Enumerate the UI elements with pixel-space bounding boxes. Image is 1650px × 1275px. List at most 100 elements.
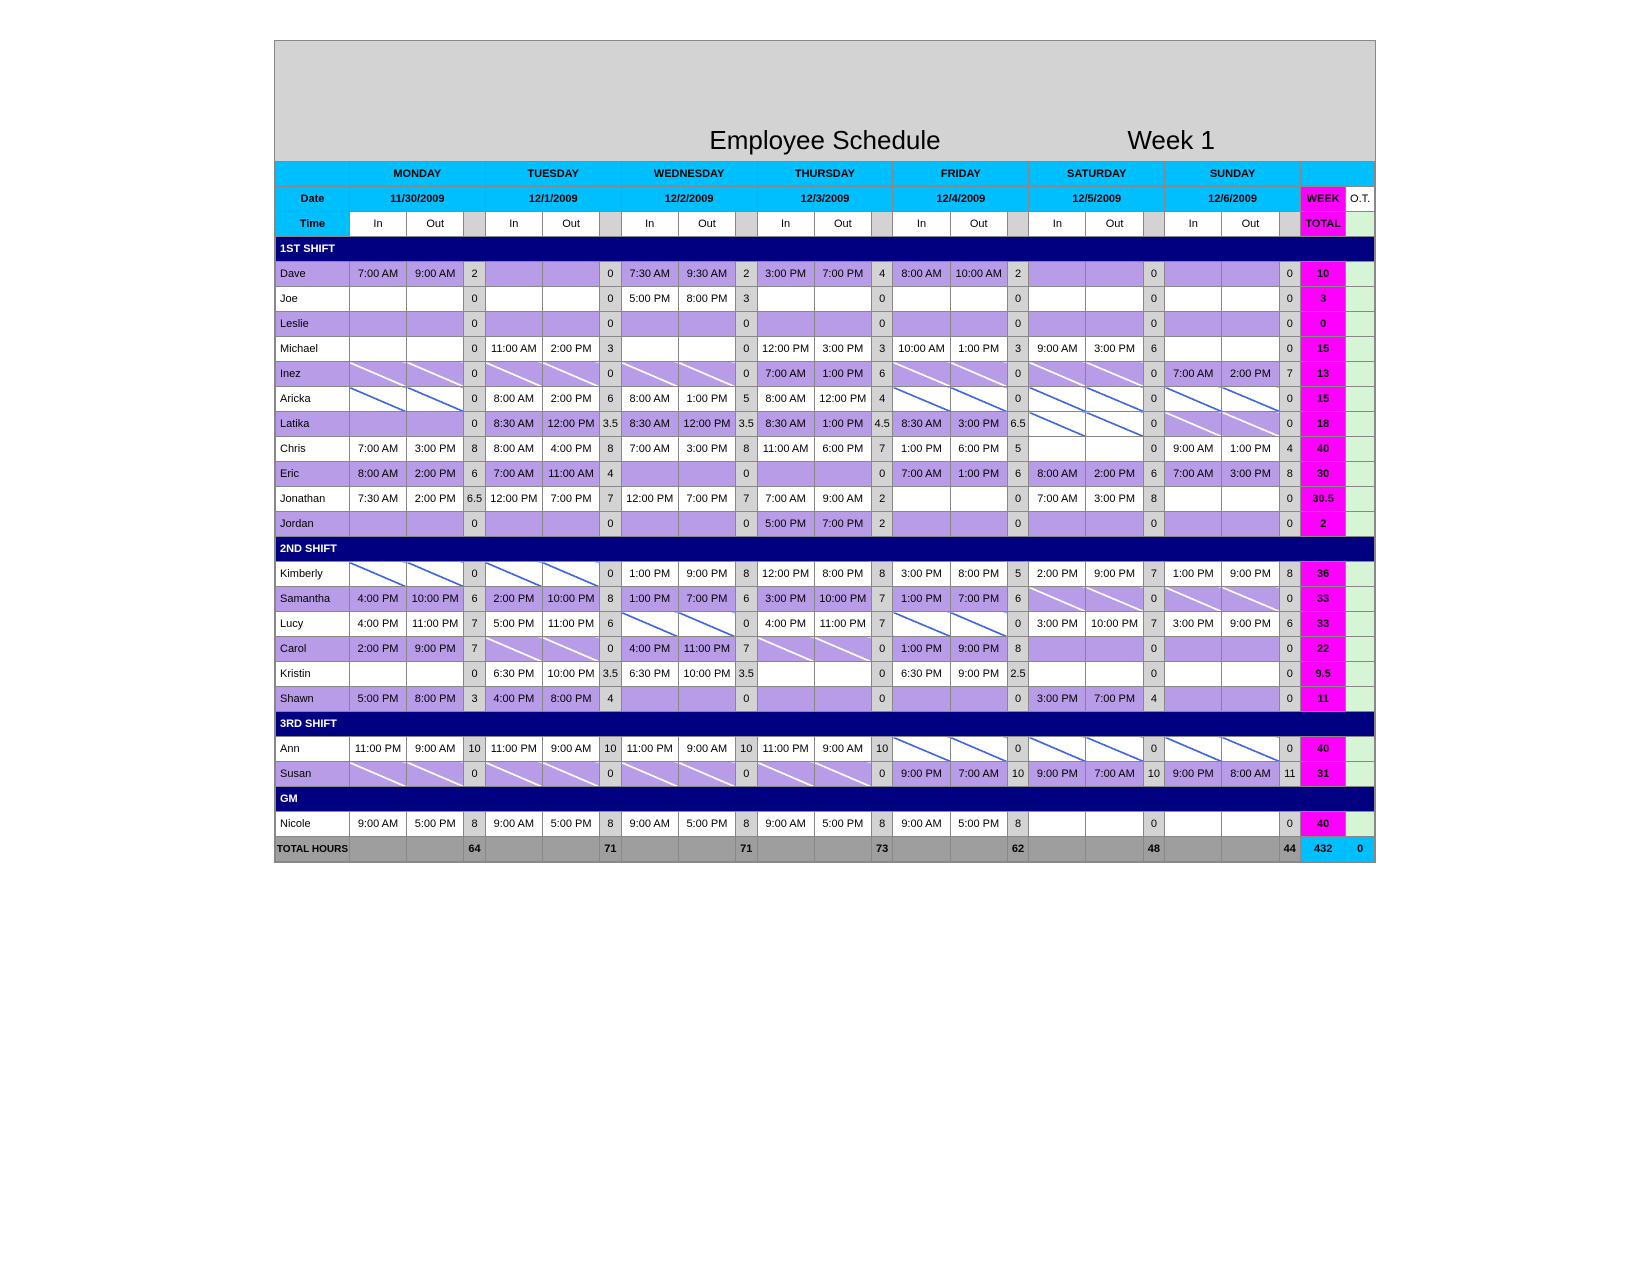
in-cell xyxy=(893,487,950,512)
hours-cell: 0 xyxy=(1279,812,1300,837)
in-cell: 7:30 AM xyxy=(349,487,406,512)
out-cell xyxy=(407,362,464,387)
in-cell xyxy=(1029,362,1086,387)
in-cell: 9:00 AM xyxy=(893,812,950,837)
hours-cell: 7 xyxy=(871,437,892,462)
out-cell xyxy=(407,512,464,537)
out-cell: 5:00 PM xyxy=(950,812,1007,837)
hours-cell: 6 xyxy=(736,587,757,612)
total-blank xyxy=(407,837,464,862)
in-cell xyxy=(757,762,814,787)
hours-cell: 0 xyxy=(464,762,485,787)
in-cell: 2:00 PM xyxy=(349,637,406,662)
hours-cell: 0 xyxy=(1007,612,1028,637)
in-cell xyxy=(1165,737,1222,762)
hours-cell: 0 xyxy=(871,287,892,312)
out-cell: 11:00 PM xyxy=(542,612,599,637)
out-cell xyxy=(1086,512,1143,537)
in-cell xyxy=(349,512,406,537)
out-cell: 5:00 PM xyxy=(407,812,464,837)
in-cell: 11:00 AM xyxy=(485,337,542,362)
hours-cell: 0 xyxy=(736,762,757,787)
out-cell xyxy=(950,287,1007,312)
in-cell xyxy=(1029,262,1086,287)
hours-cell: 3 xyxy=(736,287,757,312)
out-cell: 8:00 PM xyxy=(542,687,599,712)
hours-cell: 2 xyxy=(464,262,485,287)
date-header: 11/30/2009 xyxy=(349,187,485,212)
in-cell: 1:00 PM xyxy=(621,562,678,587)
out-cell xyxy=(1222,637,1279,662)
total-blank xyxy=(893,837,950,862)
hours-cell: 0 xyxy=(1143,387,1164,412)
out-cell: 6:00 PM xyxy=(814,437,871,462)
out-cell: 10:00 AM xyxy=(950,262,1007,287)
total-blank xyxy=(950,837,1007,862)
hours-cell: 0 xyxy=(1007,287,1028,312)
date-header: 12/2/2009 xyxy=(621,187,757,212)
in-cell xyxy=(621,462,678,487)
in-cell: 9:00 AM xyxy=(1029,337,1086,362)
in-cell xyxy=(757,287,814,312)
in-cell: 9:00 AM xyxy=(485,812,542,837)
in-cell: 9:00 PM xyxy=(1029,762,1086,787)
hours-cell: 8 xyxy=(1279,562,1300,587)
in-cell: 5:00 PM xyxy=(349,687,406,712)
hours-cell: 0 xyxy=(1007,512,1028,537)
table-row: GM xyxy=(276,787,1375,812)
total-blank xyxy=(621,837,678,862)
in-header: In xyxy=(893,212,950,237)
out-cell xyxy=(542,262,599,287)
in-cell: 9:00 AM xyxy=(621,812,678,837)
employee-name: Chris xyxy=(276,437,350,462)
out-cell xyxy=(950,312,1007,337)
table-row: 1ST SHIFT xyxy=(276,237,1375,262)
corner xyxy=(1301,162,1375,187)
in-cell xyxy=(1029,412,1086,437)
in-cell: 11:00 PM xyxy=(349,737,406,762)
out-cell: 9:00 AM xyxy=(678,737,735,762)
section-header: 1ST SHIFT xyxy=(276,237,1375,262)
hours-cell: 0 xyxy=(600,362,621,387)
out-cell xyxy=(542,512,599,537)
hours-cell: 0 xyxy=(871,762,892,787)
week-total: 31 xyxy=(1301,762,1346,787)
week-total: 13 xyxy=(1301,362,1346,387)
hours-cell: 0 xyxy=(464,312,485,337)
out-cell xyxy=(814,662,871,687)
out-cell: 7:00 PM xyxy=(814,512,871,537)
hours-cell: 0 xyxy=(736,312,757,337)
hours-cell: 2 xyxy=(871,512,892,537)
out-cell xyxy=(407,762,464,787)
ot-cell xyxy=(1346,412,1375,437)
employee-name: Kimberly xyxy=(276,562,350,587)
out-header: Out xyxy=(678,212,735,237)
hours-cell: 0 xyxy=(464,412,485,437)
in-cell: 7:00 AM xyxy=(1029,487,1086,512)
employee-name: Latika xyxy=(276,412,350,437)
day-header: FRIDAY xyxy=(893,162,1029,187)
in-cell xyxy=(485,312,542,337)
hours-cell: 2 xyxy=(871,487,892,512)
ot-cell xyxy=(1346,587,1375,612)
in-cell xyxy=(1029,312,1086,337)
table-row: Kristin06:30 PM10:00 PM3.56:30 PM10:00 P… xyxy=(276,662,1375,687)
total-blank xyxy=(485,837,542,862)
in-cell: 4:00 PM xyxy=(621,637,678,662)
in-cell xyxy=(349,287,406,312)
in-cell xyxy=(893,362,950,387)
table-row: Dave7:00 AM9:00 AM207:30 AM9:30 AM23:00 … xyxy=(276,262,1375,287)
out-cell xyxy=(407,387,464,412)
in-cell xyxy=(349,762,406,787)
day-header: THURSDAY xyxy=(757,162,893,187)
hrs-header xyxy=(871,212,892,237)
hours-cell: 7 xyxy=(736,637,757,662)
in-cell xyxy=(349,337,406,362)
hours-cell: 0 xyxy=(464,387,485,412)
out-cell xyxy=(950,512,1007,537)
section-header: 3RD SHIFT xyxy=(276,712,1375,737)
out-cell: 10:00 PM xyxy=(542,587,599,612)
total-hours-label: TOTAL HOURS xyxy=(276,837,350,862)
in-cell: 7:00 AM xyxy=(349,437,406,462)
hours-cell: 0 xyxy=(736,687,757,712)
